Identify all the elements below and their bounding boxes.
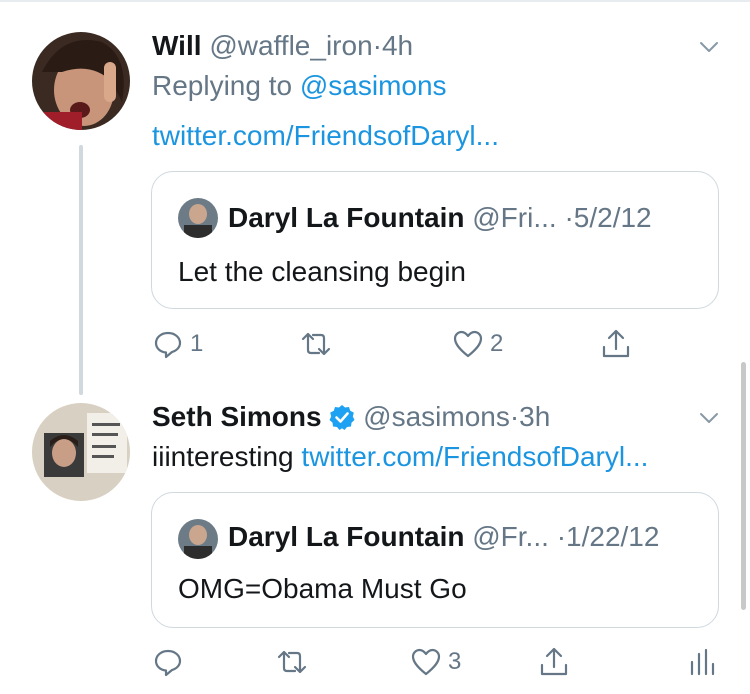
author-handle[interactable]: @sasimons xyxy=(363,401,510,432)
quoted-avatar[interactable] xyxy=(178,198,218,238)
tweet-header: Seth Simons @sasimons·3h xyxy=(152,401,550,433)
reply-button[interactable] xyxy=(152,642,190,682)
quoted-header: Daryl La Fountain @Fri... ·5/2/12 xyxy=(228,202,652,234)
tweet-time[interactable]: 3h xyxy=(519,401,550,432)
chevron-down-icon[interactable] xyxy=(698,407,720,429)
share-button[interactable] xyxy=(538,642,570,682)
avatar-seth-simons[interactable] xyxy=(32,403,130,501)
like-button[interactable]: 2 xyxy=(452,324,503,364)
reply-button[interactable]: 1 xyxy=(152,324,203,364)
share-icon xyxy=(540,647,568,676)
tweet-time[interactable]: 4h xyxy=(382,30,413,61)
quoted-date: 1/22/12 xyxy=(566,521,660,552)
quoted-author-name: Daryl La Fountain xyxy=(228,521,465,552)
like-icon xyxy=(411,648,441,676)
verified-badge-icon xyxy=(329,405,355,430)
quoted-header: Daryl La Fountain @Fr... ·1/22/12 xyxy=(228,521,659,553)
share-icon xyxy=(602,329,630,358)
like-icon xyxy=(453,330,483,358)
quoted-date: 5/2/12 xyxy=(573,202,652,233)
replying-to-handle[interactable]: @sasimons xyxy=(300,70,447,101)
tweet-link[interactable]: twitter.com/FriendsofDaryl... xyxy=(301,441,648,472)
scrollbar[interactable] xyxy=(741,362,746,610)
separator-dot: · xyxy=(509,401,520,432)
quoted-author-handle: @Fr... xyxy=(472,521,549,552)
analytics-button[interactable] xyxy=(686,642,718,682)
tweet-actions: 3 xyxy=(152,642,722,682)
author-handle[interactable]: @waffle_iron xyxy=(209,30,372,61)
tweet-header: Will @waffle_iron·4h xyxy=(152,30,413,62)
author-name[interactable]: Seth Simons xyxy=(152,401,322,432)
replying-to-prefix: Replying to xyxy=(152,70,293,101)
tweet-actions: 1 2 xyxy=(152,324,712,364)
quoted-author-handle: @Fri... xyxy=(472,202,557,233)
retweet-icon xyxy=(277,650,307,674)
tweet-will[interactable]: Will @waffle_iron·4h Replying to @sasimo… xyxy=(0,0,750,395)
quoted-tweet[interactable]: Daryl La Fountain @Fri... ·5/2/12 Let th… xyxy=(151,171,719,309)
tweet-text-plain: iiinteresting xyxy=(152,441,294,472)
separator-dot: · xyxy=(564,202,574,233)
replying-to-line: Replying to @sasimons xyxy=(152,70,447,102)
like-button[interactable]: 3 xyxy=(410,642,461,682)
tweet-link[interactable]: twitter.com/FriendsofDaryl... xyxy=(152,120,499,152)
tweet-text: iiinteresting twitter.com/FriendsofDaryl… xyxy=(152,441,648,473)
analytics-icon xyxy=(690,648,715,676)
tweet-seth-simons[interactable]: Seth Simons @sasimons·3h iiinteresting t… xyxy=(0,395,750,694)
quoted-text: OMG=Obama Must Go xyxy=(178,573,467,604)
retweet-button[interactable] xyxy=(300,324,338,364)
quoted-author-name: Daryl La Fountain xyxy=(228,202,465,233)
avatar-will[interactable] xyxy=(32,32,130,130)
separator-dot: · xyxy=(556,521,567,552)
like-count: 3 xyxy=(448,648,462,675)
reply-icon xyxy=(154,649,182,677)
quoted-avatar[interactable] xyxy=(178,519,218,559)
reply-icon xyxy=(154,331,182,359)
reply-count: 1 xyxy=(190,330,204,357)
like-count: 2 xyxy=(490,330,504,357)
separator-dot: · xyxy=(372,30,382,61)
quoted-text: Let the cleansing begin xyxy=(178,256,466,287)
author-name[interactable]: Will xyxy=(152,30,202,61)
chevron-down-icon[interactable] xyxy=(698,36,720,58)
quoted-tweet[interactable]: Daryl La Fountain @Fr... ·1/22/12 OMG=Ob… xyxy=(151,492,719,628)
retweet-button[interactable] xyxy=(276,642,314,682)
thread-connector-line xyxy=(79,145,83,395)
retweet-icon xyxy=(301,332,331,356)
share-button[interactable] xyxy=(600,324,632,364)
